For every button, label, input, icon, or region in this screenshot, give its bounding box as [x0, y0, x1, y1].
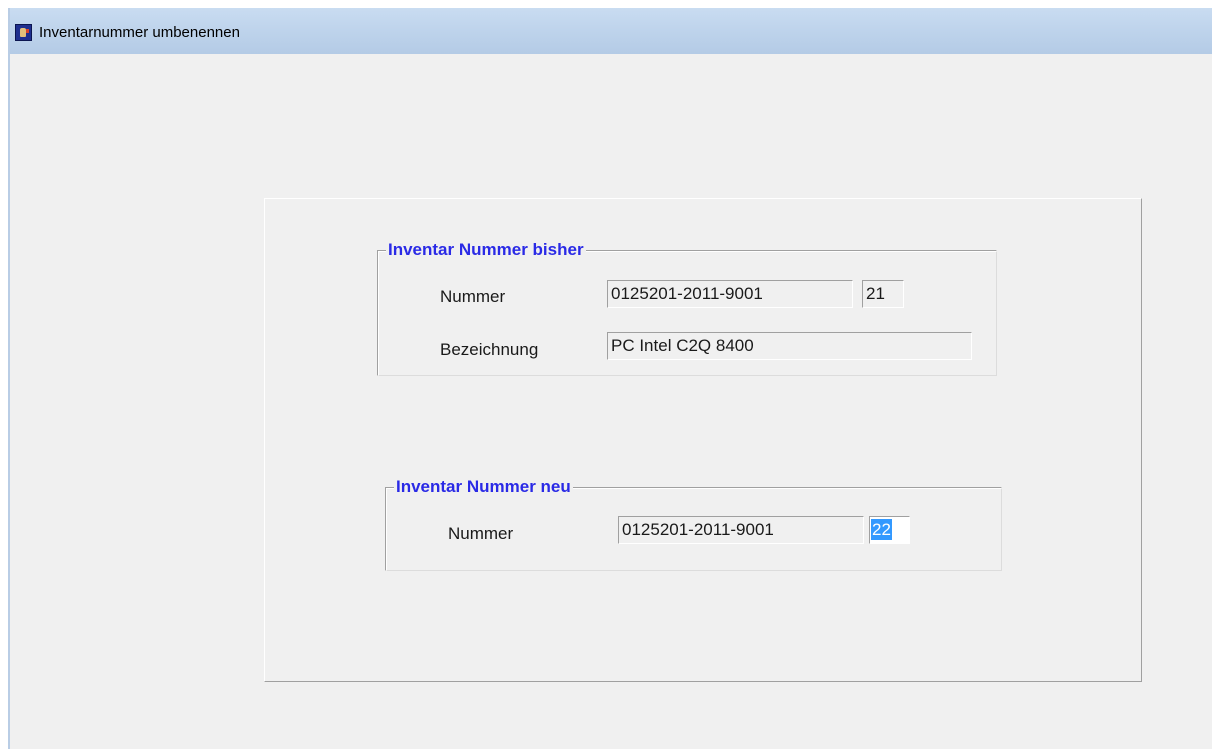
- nummer-neu-field[interactable]: 0125201-2011-9001: [618, 516, 864, 544]
- nummer-label-neu: Nummer: [448, 524, 514, 543]
- selected-text: 22: [871, 519, 892, 540]
- nummer-label-bisher: Nummer: [440, 287, 506, 306]
- content-panel: Inventar Nummer bisher Nummer 0125201-20…: [264, 198, 1142, 682]
- nummer-neu-suffix-input[interactable]: 22: [869, 516, 910, 544]
- nummer-bisher-suffix-field[interactable]: 21: [862, 280, 904, 308]
- group-legend-bisher: Inventar Nummer bisher: [386, 240, 586, 260]
- group-inventar-nummer-bisher: Inventar Nummer bisher Nummer 0125201-20…: [377, 240, 997, 376]
- group-inventar-nummer-neu: Inventar Nummer neu Nummer 0125201-2011-…: [385, 477, 1002, 571]
- bezeichnung-field[interactable]: PC Intel C2Q 8400: [607, 332, 972, 360]
- window-title: Inventarnummer umbenennen: [39, 24, 240, 41]
- app-icon[interactable]: [15, 24, 32, 41]
- group-legend-neu: Inventar Nummer neu: [394, 477, 573, 497]
- title-bar[interactable]: Inventarnummer umbenennen: [10, 8, 1212, 54]
- bezeichnung-label: Bezeichnung: [440, 340, 539, 359]
- dialog-window: Inventarnummer umbenennen Inventar Numme…: [8, 8, 1212, 749]
- nummer-bisher-field[interactable]: 0125201-2011-9001: [607, 280, 853, 308]
